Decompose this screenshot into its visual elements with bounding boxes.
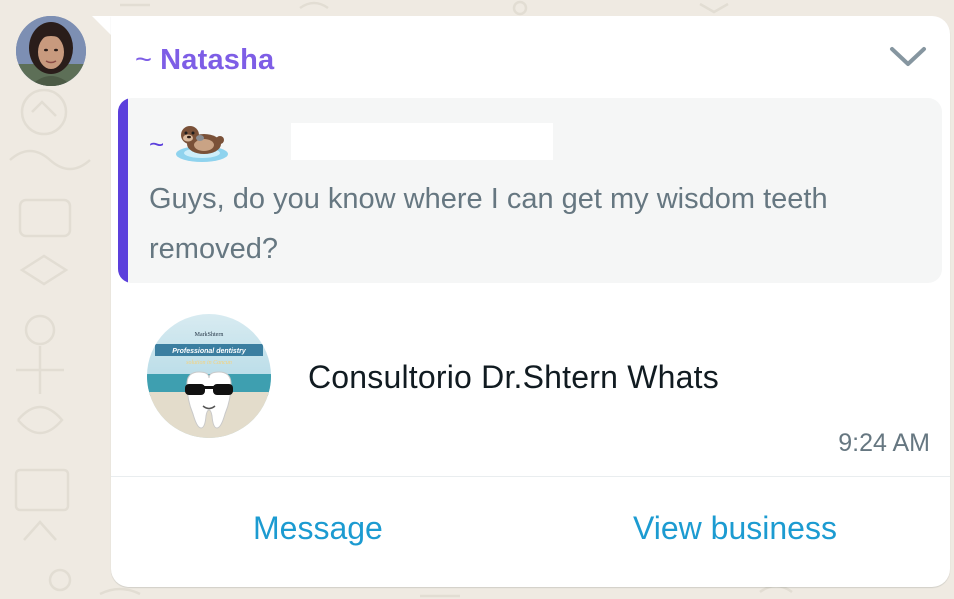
sender-prefix: ~ — [135, 44, 153, 76]
business-avatar[interactable]: MarkShtern Professional dentistry soluti… — [147, 314, 271, 438]
business-logo: MarkShtern Professional dentistry soluti… — [147, 314, 271, 438]
otter-emoji-icon — [176, 126, 229, 162]
business-name: Consultorio Dr.Shtern Whats — [308, 359, 719, 395]
redacted-author-name — [291, 123, 553, 160]
actions-divider — [111, 476, 950, 477]
logo-banner-text: Professional dentistry — [172, 348, 247, 355]
quoted-text: Guys, do you know where I can get my wis… — [149, 183, 828, 265]
avatar-photo — [16, 16, 86, 86]
sender-name[interactable]: ~ Natasha — [135, 44, 274, 77]
view-business-button[interactable]: View business — [633, 510, 837, 547]
chevron-down-icon[interactable] — [888, 44, 928, 70]
message-button[interactable]: Message — [253, 510, 383, 547]
logo-brand-text: MarkShtern — [195, 332, 224, 338]
sender-avatar[interactable] — [16, 16, 86, 86]
logo-sub-text: solution in Cancun — [186, 360, 232, 366]
quote-accent-bar — [118, 98, 128, 283]
message-bubble: ~ Natasha ~ Guys, do you know where I ca… — [111, 16, 950, 587]
message-timestamp: 9:24 AM — [838, 429, 930, 457]
quoted-author: ~ — [149, 120, 229, 164]
sender-name-text: Natasha — [160, 44, 275, 76]
quoted-message[interactable]: ~ Guys, do you know where I can get my w… — [118, 98, 942, 283]
quoted-author-prefix: ~ — [149, 128, 165, 159]
